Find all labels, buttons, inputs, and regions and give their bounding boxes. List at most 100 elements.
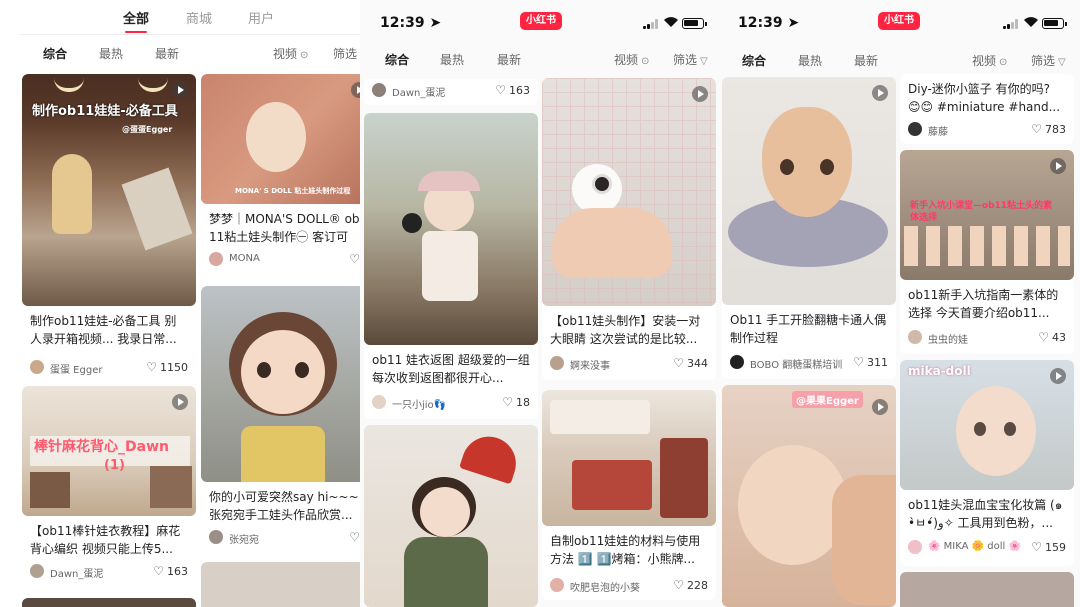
heart-icon: ♡ (495, 83, 506, 97)
like-count[interactable]: ♡ 159 (1031, 540, 1066, 554)
note-card[interactable]: Dawn_蛋泥 ♡ 163 (364, 79, 538, 105)
note-card[interactable]: 制作ob11娃娃-必备工具 @蛋蛋Egger 制作ob11娃娃-必备工具 别人录… (22, 74, 196, 380)
filter-button[interactable]: 筛选 ▽ (673, 51, 708, 68)
note-card[interactable]: 棒针麻花背心_Dawn (1) 【ob11棒针娃衣教程】麻花背心编织 视频只能上… (22, 386, 196, 592)
note-title: 制作ob11娃娃-必备工具 别人录开箱视频... 我录日常... (30, 314, 177, 346)
signal-icon (643, 19, 659, 29)
divider (20, 34, 360, 35)
like-count[interactable]: ♡ 163 (153, 564, 188, 578)
avatar[interactable] (908, 122, 922, 136)
note-title: ob11 娃衣返图 超级爱的一组 每次收到返图都很开心... (372, 353, 530, 385)
filter-funnel-icon: ▽ (700, 56, 708, 67)
sort-tab-general[interactable]: 综合 (742, 52, 766, 69)
sort-tab-newest[interactable]: 最新 (497, 51, 521, 68)
note-meta: 藤藤 ♡ 783 (900, 118, 1074, 142)
note-card[interactable]: @果果Egger (722, 385, 896, 607)
like-count[interactable]: ♡ 311 (853, 355, 888, 369)
note-card[interactable] (364, 425, 538, 607)
video-play-icon (872, 85, 888, 101)
avatar[interactable] (209, 252, 223, 266)
like-count[interactable]: ♡ 344 (673, 356, 708, 370)
cover-overlay-title: MONA' S DOLL 粘土娃头制作过程 (235, 187, 351, 195)
tab-users[interactable]: 用户 (248, 8, 274, 27)
note-card[interactable]: MONA' S DOLL 粘土娃头制作过程 梦梦｜MONA'S DOLL® ob… (201, 74, 360, 280)
author-name[interactable]: 吹肥皂泡的小葵 (570, 579, 640, 594)
note-title: Diy-迷你小篮子 有你的吗? 😊😊 #miniature #hand... (908, 82, 1061, 114)
video-filter-button[interactable]: 视频 ⊙ (273, 45, 308, 62)
video-filter-button[interactable]: 视频 ⊙ (972, 52, 1007, 69)
author-name[interactable]: 藤藤 (928, 123, 948, 138)
video-filter-label: 视频 (972, 54, 997, 68)
author-name[interactable]: 虫虫的娃 (928, 331, 968, 346)
author-name[interactable]: 🌸 MIKA 🌼 doll 🌸 (928, 541, 1021, 552)
like-count[interactable]: ♡ 1150 (146, 360, 188, 374)
like-count[interactable]: ♡ 43 (1038, 330, 1066, 344)
note-card[interactable]: 新手入坑小课堂—ob11粘土头的素体选择 ob11新手入坑指南一素体的选择 今天… (900, 150, 1074, 354)
doll-eye (780, 159, 794, 175)
avatar[interactable] (730, 355, 744, 369)
video-filter-button[interactable]: 视频 ⊙ (614, 51, 649, 68)
author-name[interactable]: BOBO 翻糖蛋糕培训 (750, 356, 842, 371)
avatar[interactable] (372, 395, 386, 409)
author-name[interactable]: Dawn_蛋泥 (50, 565, 103, 580)
author-name[interactable]: Dawn_蛋泥 (392, 84, 445, 99)
heart-icon: ♡ (1038, 330, 1049, 344)
like-count[interactable]: ♡ 228 (673, 578, 708, 592)
avatar[interactable] (372, 83, 386, 97)
video-filter-label: 视频 (614, 53, 639, 67)
sort-tabs: 综合 最热 最新 视频 ⊙ 筛选 ▽ (360, 51, 720, 73)
sort-tab-hottest[interactable]: 最热 (798, 52, 822, 69)
author-name[interactable]: MONA (229, 253, 260, 264)
doll-dress (241, 426, 325, 482)
avatar[interactable] (30, 360, 44, 374)
note-card[interactable]: Diy-迷你小篮子 有你的吗? 😊😊 #miniature #hand... 藤… (900, 74, 1074, 144)
note-card[interactable]: mika-doll ob11娃头混血宝宝化妆篇 (๑•̀ㅂ•́)و✧ 工具用到色… (900, 360, 1074, 566)
tool-box (660, 438, 708, 518)
note-card[interactable]: Ob11 手工开脸翻糖卡通人偶制作过程 BOBO 翻糖蛋糕培训 ♡ 311 (722, 77, 896, 379)
note-cover-image: 新手入坑小课堂—ob11粘土头的素体选择 (900, 150, 1074, 280)
like-count[interactable]: ♡23 (349, 530, 360, 544)
sort-tab-general[interactable]: 综合 (385, 51, 409, 68)
sort-tab-hottest[interactable]: 最热 (99, 45, 123, 62)
avatar[interactable] (550, 578, 564, 592)
tab-all[interactable]: 全部 (123, 8, 149, 33)
sort-tab-newest[interactable]: 最新 (854, 52, 878, 69)
like-count[interactable]: ♡ 783 (1031, 122, 1066, 136)
author-name[interactable]: 婀来没事 (570, 357, 610, 372)
author-name[interactable]: 蛋蛋 Egger (50, 361, 102, 376)
like-count[interactable]: ♡ 163 (495, 83, 530, 97)
note-card[interactable]: 你的小可爱突然say hi~~~ 张宛宛手工娃头作品欣赏... 张宛宛 ♡23 (201, 286, 360, 556)
avatar[interactable] (209, 530, 223, 544)
author-name[interactable]: 一只小jio👣 (392, 396, 446, 411)
author-name[interactable]: 张宛宛 (229, 531, 259, 546)
video-play-icon (172, 394, 188, 410)
filter-button[interactable]: 筛选 (333, 45, 357, 62)
filter-button[interactable]: 筛选 ▽ (1031, 52, 1066, 69)
heart-icon: ♡ (1031, 540, 1042, 554)
note-cover-image: mika-doll (900, 360, 1074, 490)
avatar[interactable] (908, 540, 922, 554)
note-card[interactable]: ob11 娃衣返图 超级爱的一组 每次收到返图都很开心... 一只小jio👣 ♡… (364, 113, 538, 419)
like-count[interactable]: ♡ 18 (502, 395, 530, 409)
cover-overlay-sub: (1) (104, 458, 125, 473)
avatar[interactable] (908, 330, 922, 344)
avatar[interactable] (30, 564, 44, 578)
note-meta: BOBO 翻糖蛋糕培训 ♡ 311 (722, 351, 896, 375)
search-results-panel-3: 12:39 ➤ 小红书 综合 最热 最新 视频 ⊙ 筛选 ▽ Diy-迷你小篮子 有… (720, 0, 1080, 607)
heart-icon: ♡ (502, 395, 513, 409)
sort-tab-newest[interactable]: 最新 (155, 45, 179, 62)
tab-mall[interactable]: 商城 (186, 8, 212, 27)
moon-decoration (138, 78, 168, 92)
avatar[interactable] (550, 356, 564, 370)
work-mat (572, 460, 652, 510)
cover-overlay-handle: @果果Egger (792, 391, 863, 408)
note-card[interactable]: 【ob11娃头制作】安装一对大眼睛 这次尝试的是比较... 婀来没事 ♡ 344 (542, 78, 716, 380)
note-card[interactable]: 自制ob11娃娃的材料与使用方法 1️⃣ 1️⃣烤箱：小熊牌... 吹肥皂泡的小… (542, 390, 716, 600)
filter-label: 筛选 (673, 53, 698, 67)
filter-label: 筛选 (1031, 54, 1056, 68)
hand (832, 475, 896, 605)
sort-tab-general[interactable]: 综合 (43, 45, 67, 62)
sort-tab-hottest[interactable]: 最热 (440, 51, 464, 68)
panda-toy (402, 213, 422, 233)
like-count[interactable]: ♡30 (349, 252, 360, 266)
